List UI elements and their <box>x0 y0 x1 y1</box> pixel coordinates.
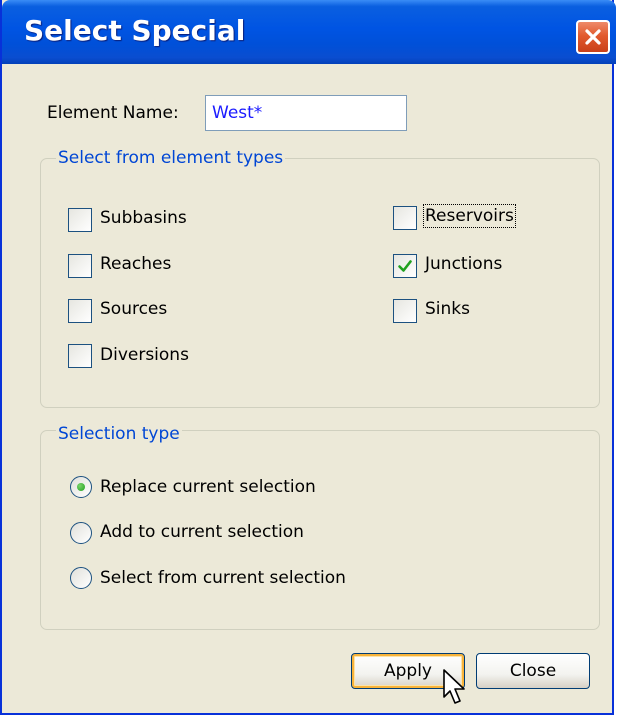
element-name-label: Element Name: <box>47 103 179 123</box>
checkmark-icon <box>398 260 412 272</box>
close-icon <box>585 29 601 45</box>
element-name-input[interactable] <box>205 95 407 131</box>
subbasins-label[interactable]: Subbasins <box>100 208 187 228</box>
replace-selection-label[interactable]: Replace current selection <box>100 477 316 497</box>
radio-selected-dot <box>77 483 85 491</box>
subbasins-checkbox[interactable] <box>68 208 92 232</box>
reaches-checkbox[interactable] <box>68 254 92 278</box>
close-window-button[interactable] <box>576 20 610 54</box>
replace-selection-radio[interactable] <box>70 476 92 498</box>
select-from-selection-label[interactable]: Select from current selection <box>100 568 346 588</box>
diversions-label[interactable]: Diversions <box>100 345 189 365</box>
title-bar[interactable]: Select Special <box>2 0 616 64</box>
junctions-checkbox[interactable] <box>393 254 417 278</box>
dialog-title: Select Special <box>24 14 246 47</box>
add-selection-label[interactable]: Add to current selection <box>100 522 304 542</box>
reservoirs-label[interactable]: Reservoirs <box>423 204 516 228</box>
sinks-label[interactable]: Sinks <box>425 299 470 319</box>
close-button[interactable]: Close <box>476 653 590 689</box>
select-special-dialog: Select Special Element Name: Select from… <box>0 0 616 715</box>
mouse-cursor-icon <box>443 669 465 704</box>
sources-label[interactable]: Sources <box>100 299 167 319</box>
element-types-group-title: Select from element types <box>56 148 286 168</box>
sources-checkbox[interactable] <box>68 299 92 323</box>
select-from-selection-radio[interactable] <box>70 567 92 589</box>
sinks-checkbox[interactable] <box>393 299 417 323</box>
reservoirs-checkbox[interactable] <box>393 206 417 230</box>
element-types-group <box>40 158 600 408</box>
junctions-label[interactable]: Junctions <box>425 254 502 274</box>
add-selection-radio[interactable] <box>70 522 92 544</box>
diversions-checkbox[interactable] <box>68 344 92 368</box>
reaches-label[interactable]: Reaches <box>100 254 171 274</box>
selection-type-group-title: Selection type <box>56 424 182 444</box>
